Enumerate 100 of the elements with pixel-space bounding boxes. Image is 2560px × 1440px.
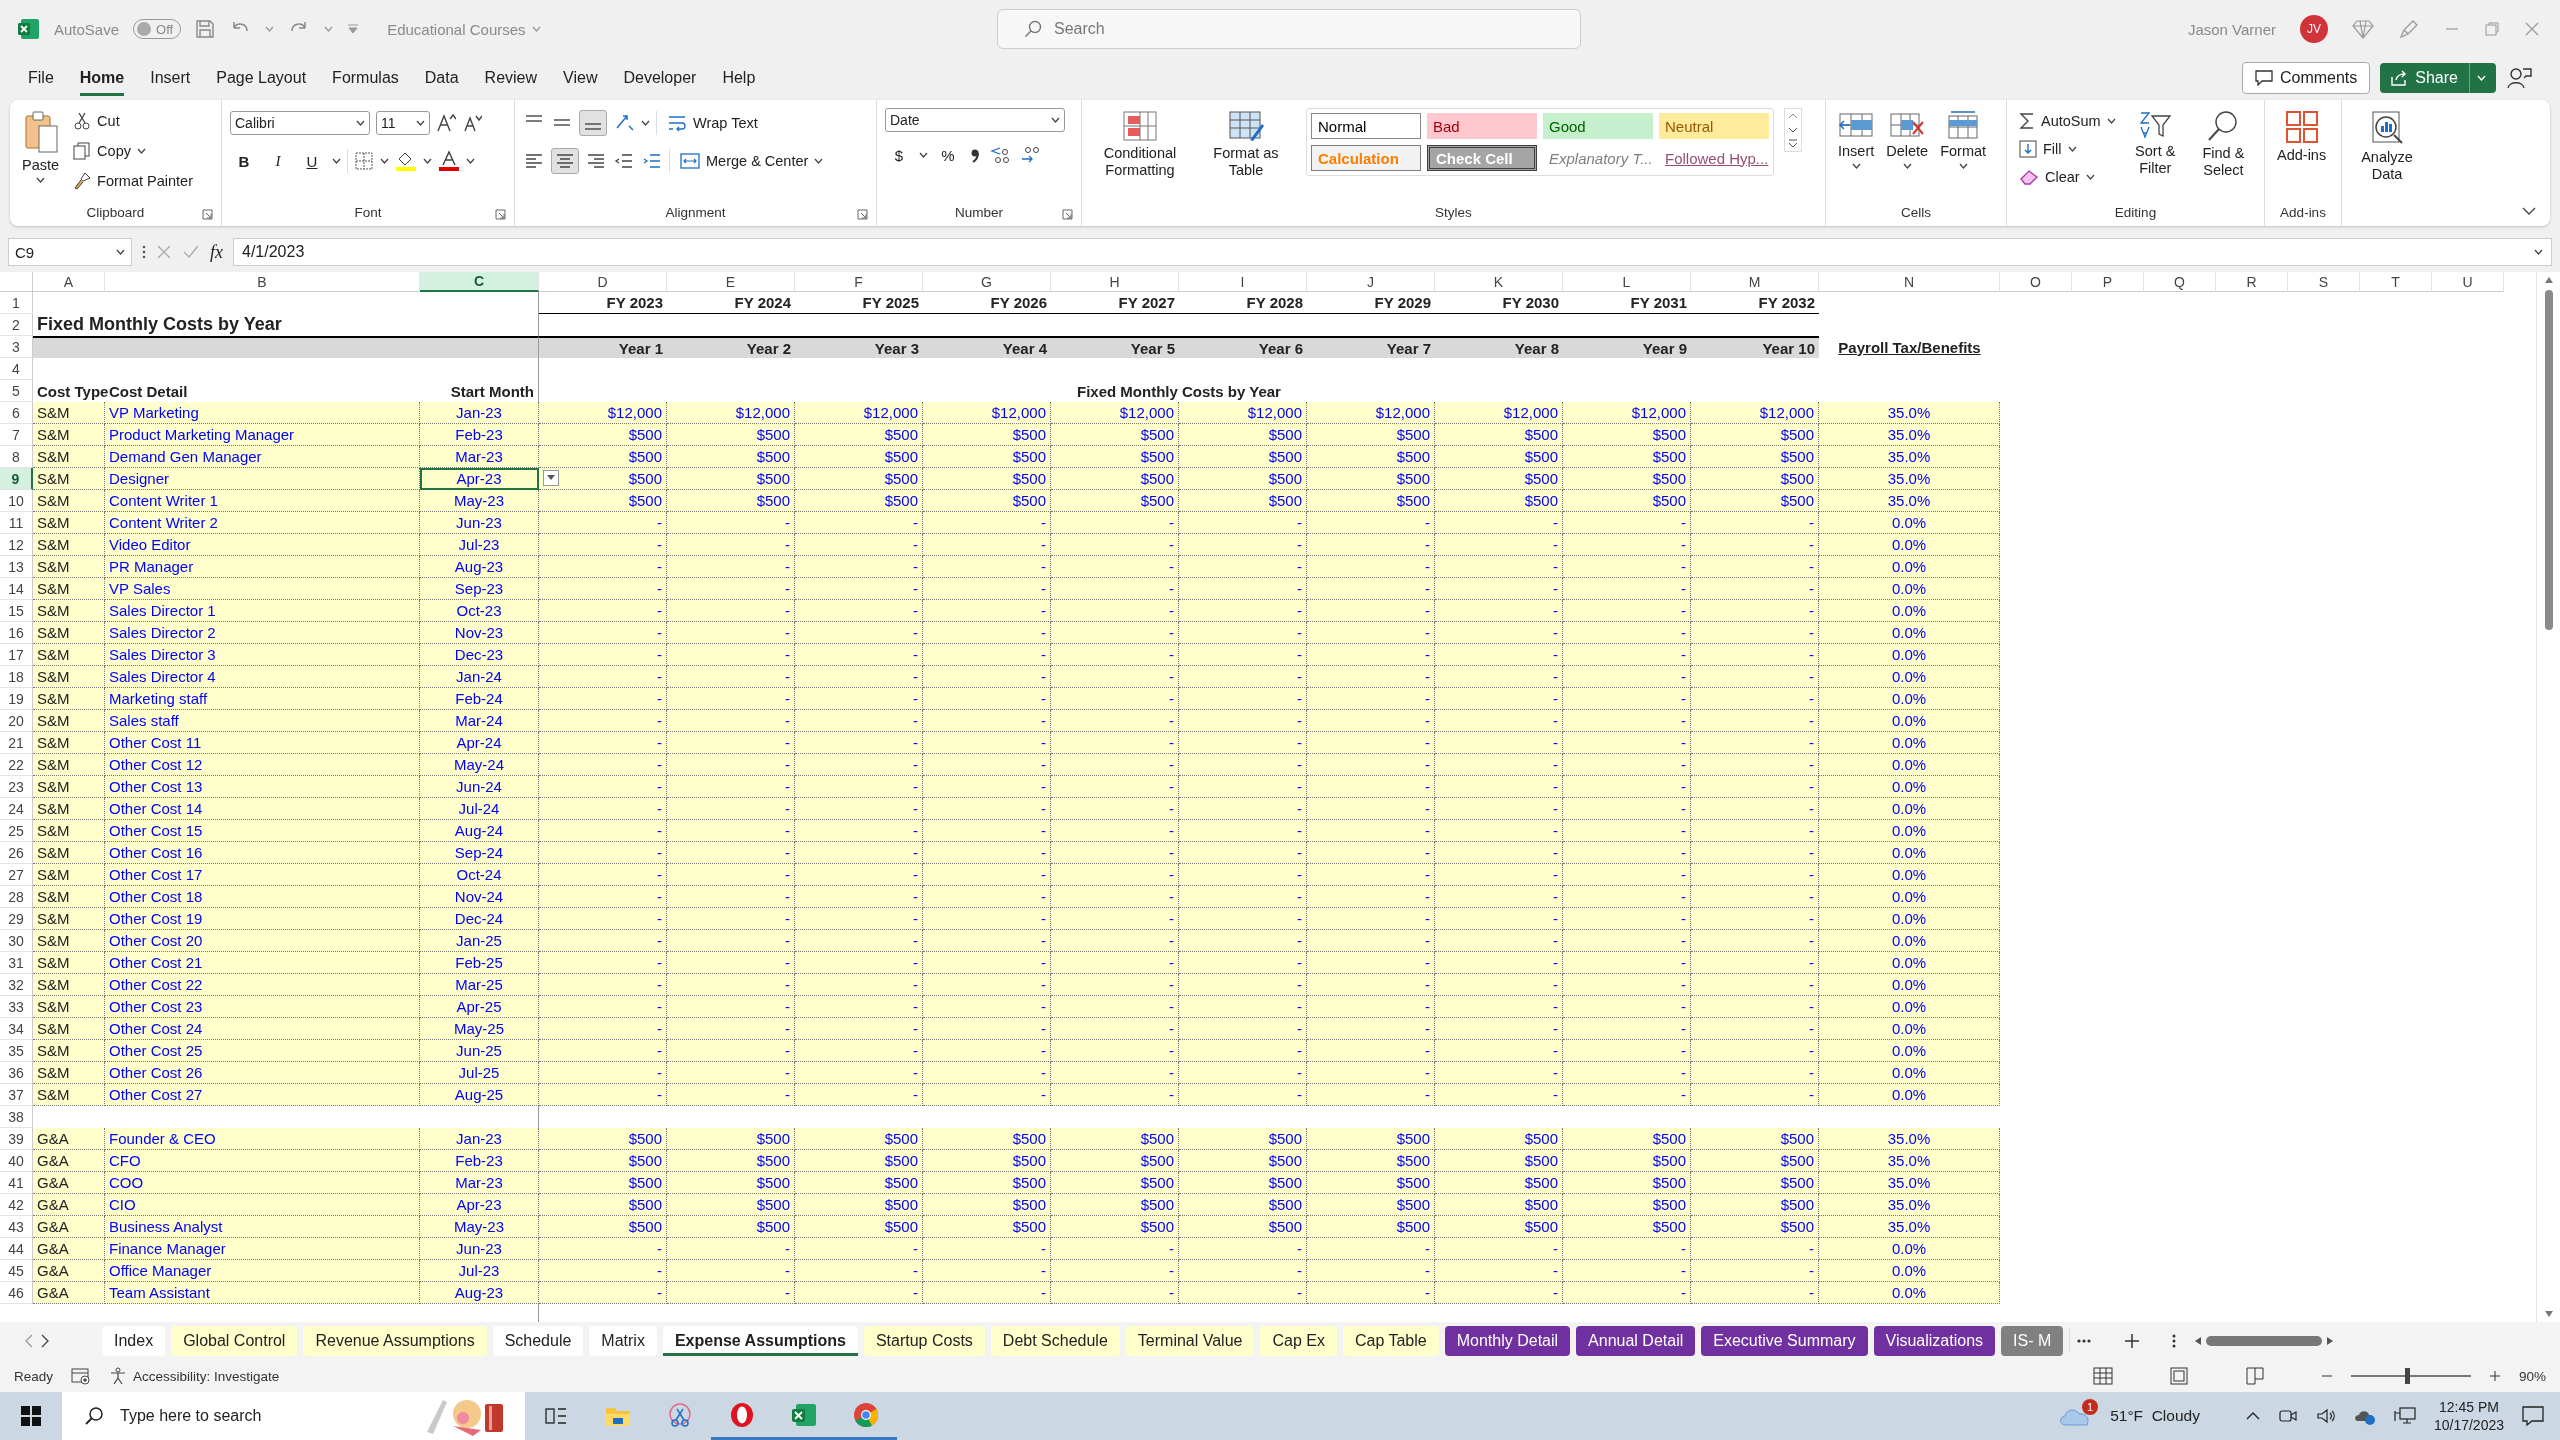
column-header[interactable]: N — [1819, 272, 2000, 292]
format-painter-button[interactable]: Format Painter — [69, 168, 197, 194]
column-header[interactable]: D — [539, 272, 667, 292]
column-header[interactable]: T — [2360, 272, 2432, 292]
row-number[interactable]: 2 — [0, 314, 33, 336]
menu-tab[interactable]: Page Layout — [216, 60, 307, 96]
sheet-tab[interactable]: Matrix — [589, 1326, 657, 1356]
share-button[interactable]: Share — [2380, 63, 2496, 93]
table-cell[interactable]: Jun-25 — [420, 1040, 539, 1062]
font-style-button[interactable]: I — [264, 148, 292, 174]
table-cell[interactable]: Feb-23 — [420, 1150, 539, 1172]
table-cell[interactable]: Jan-23 — [420, 402, 539, 424]
user-avatar[interactable]: JV — [2300, 15, 2328, 43]
row-number[interactable]: 4 — [0, 358, 33, 380]
table-cell[interactable]: Oct-23 — [420, 600, 539, 622]
font-style-button[interactable]: U — [298, 148, 326, 174]
menu-tab[interactable]: Data — [424, 60, 459, 96]
weather-text[interactable]: 51°F Cloudy — [2110, 1407, 2200, 1425]
table-cell[interactable]: Aug-24 — [420, 820, 539, 842]
table-cell[interactable]: Aug-23 — [420, 1282, 539, 1304]
sheet-tab[interactable]: Monthly Detail — [1444, 1326, 1571, 1356]
table-cell[interactable]: Jun-23 — [420, 1238, 539, 1260]
merge-center-button[interactable]: Merge & Center — [676, 148, 828, 174]
sheet-tab[interactable]: Index — [102, 1326, 166, 1356]
table-cell[interactable]: Jul-24 — [420, 798, 539, 820]
table-cell[interactable]: Apr-24 — [420, 732, 539, 754]
fill-button[interactable]: Fill — [2015, 136, 2120, 162]
column-header[interactable]: U — [2432, 272, 2504, 292]
cell-style-item[interactable]: Explanatory T... — [1543, 145, 1653, 171]
font-name-field[interactable]: Calibri — [230, 111, 370, 135]
delete-cells-button[interactable]: Delete — [1882, 108, 1933, 172]
table-cell[interactable]: Apr-23 — [420, 1194, 539, 1216]
cut-button[interactable]: Cut — [69, 108, 197, 134]
table-cell[interactable]: May-25 — [420, 1018, 539, 1040]
row-number[interactable]: 9 — [0, 468, 33, 490]
menu-tab[interactable]: Formulas — [332, 60, 399, 96]
table-cell[interactable]: Dec-23 — [420, 644, 539, 666]
row-number[interactable]: 1 — [0, 292, 33, 314]
table-cell[interactable]: Jan-23 — [420, 1128, 539, 1150]
row-number[interactable]: 5 — [0, 380, 33, 402]
table-cell[interactable]: May-24 — [420, 754, 539, 776]
table-cell[interactable]: May-23 — [420, 1216, 539, 1238]
copy-button[interactable]: Copy — [69, 138, 197, 164]
column-header[interactable]: K — [1435, 272, 1563, 292]
sheet-tab[interactable]: Visualizations — [1873, 1326, 1996, 1356]
sheet-tab[interactable]: IS- M — [2001, 1326, 2064, 1356]
name-box[interactable]: C9 — [8, 238, 132, 266]
table-cell[interactable]: May-23 — [420, 490, 539, 512]
table-cell[interactable]: Jul-23 — [420, 534, 539, 556]
sheet-tab[interactable]: Cap Ex — [1260, 1326, 1337, 1356]
menu-tab[interactable]: Home — [79, 60, 125, 96]
menu-tab[interactable]: File — [28, 60, 54, 96]
sheet-tab[interactable]: Terminal Value — [1125, 1326, 1255, 1356]
table-cell[interactable]: Nov-23 — [420, 622, 539, 644]
formula-field[interactable]: 4/1/2023 — [233, 238, 2552, 266]
table-cell[interactable]: Feb-24 — [420, 688, 539, 710]
clock[interactable]: 12:45 PM 10/17/2023 — [2433, 1397, 2504, 1435]
column-header[interactable]: G — [923, 272, 1051, 292]
paste-button[interactable]: Paste — [18, 108, 64, 186]
cell-style-item[interactable]: Normal — [1311, 113, 1421, 139]
comments-button[interactable]: Comments — [2241, 62, 2371, 94]
table-cell[interactable]: Sep-24 — [420, 842, 539, 864]
search-field[interactable]: Search — [997, 9, 1581, 49]
table-cell[interactable]: Apr-23 — [420, 468, 539, 490]
currency-button[interactable]: $ — [885, 142, 913, 168]
column-header[interactable]: I — [1179, 272, 1307, 292]
menu-tab[interactable]: Review — [484, 60, 538, 96]
insert-cells-button[interactable]: Insert — [1834, 108, 1879, 172]
table-cell[interactable]: Apr-25 — [420, 996, 539, 1018]
accessibility-button[interactable]: Accessibility: Investigate — [109, 1367, 280, 1385]
table-cell[interactable]: Jun-23 — [420, 512, 539, 534]
column-header[interactable]: L — [1563, 272, 1691, 292]
column-header[interactable]: A — [33, 272, 105, 292]
font-style-button[interactable]: B — [230, 148, 258, 174]
cell-style-item[interactable]: Followed Hyp... — [1659, 145, 1769, 171]
table-cell[interactable]: Aug-25 — [420, 1084, 539, 1106]
autosum-button[interactable]: AutoSum — [2015, 108, 2120, 134]
sheet-tab[interactable]: Cap Table — [1342, 1326, 1439, 1356]
table-cell[interactable]: Aug-23 — [420, 556, 539, 578]
column-header[interactable]: C — [420, 272, 539, 292]
format-cells-button[interactable]: Format — [1936, 108, 1991, 172]
format-as-table-button[interactable]: Format as Table — [1196, 108, 1296, 182]
conditional-formatting-button[interactable]: Conditional Formatting — [1090, 108, 1190, 182]
analyze-data-button[interactable]: Analyze Data — [2350, 108, 2424, 186]
add-ins-button[interactable]: Add-ins — [2273, 108, 2331, 167]
sheet-tab[interactable]: Global Control — [171, 1326, 298, 1356]
column-header[interactable]: P — [2072, 272, 2144, 292]
sheet-tab[interactable]: Annual Detail — [1576, 1326, 1696, 1356]
sheet-tab[interactable]: Executive Summary — [1701, 1326, 1868, 1356]
sheet-tab[interactable]: Expense Assumptions — [662, 1326, 858, 1356]
wrap-text-button[interactable]: Wrap Text — [663, 110, 762, 136]
taskbar-search-field[interactable]: Type here to search — [62, 1392, 525, 1440]
table-cell[interactable]: Jul-23 — [420, 1260, 539, 1282]
zoom-level[interactable]: 90% — [2518, 1368, 2546, 1384]
table-cell[interactable]: Mar-23 — [420, 1172, 539, 1194]
table-cell[interactable]: Feb-25 — [420, 952, 539, 974]
column-header[interactable]: M — [1691, 272, 1819, 292]
sheet-tab[interactable]: Schedule — [492, 1326, 584, 1356]
table-cell[interactable]: Nov-24 — [420, 886, 539, 908]
column-header[interactable]: Q — [2144, 272, 2216, 292]
